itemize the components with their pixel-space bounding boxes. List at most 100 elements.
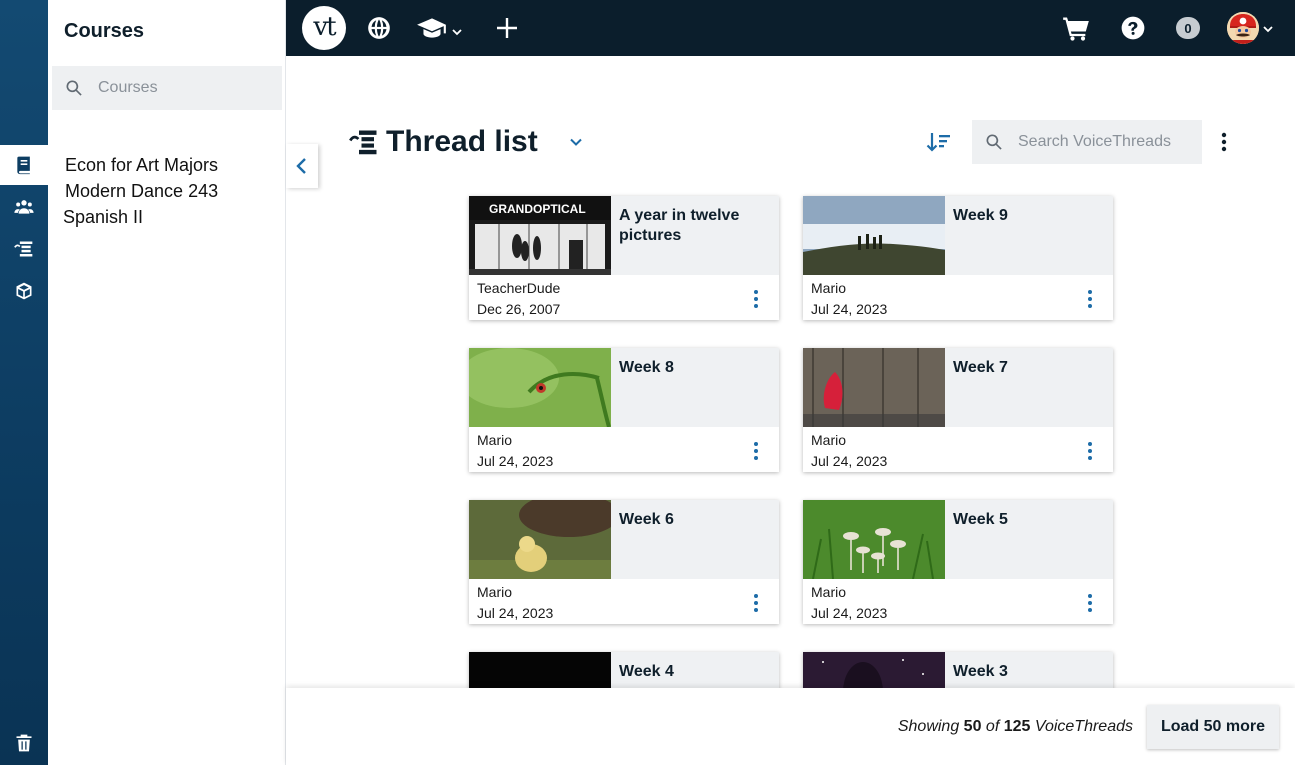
thread-card[interactable]: Week 8 Mario Jul 24, 2023 xyxy=(469,348,779,472)
store-sign-text: GRANDOPTICAL xyxy=(489,202,586,216)
more-options-button[interactable] xyxy=(1214,130,1234,154)
kebab-icon xyxy=(1088,290,1092,308)
course-item[interactable]: Modern Dance 243 xyxy=(65,181,218,202)
chevron-left-icon xyxy=(296,158,306,174)
thread-title-area: Week 9 xyxy=(945,196,1113,275)
trash-icon xyxy=(16,734,32,752)
help-button[interactable] xyxy=(1120,14,1146,42)
course-search-box xyxy=(52,66,282,110)
thread-title-area: Week 8 xyxy=(611,348,779,427)
thread-card[interactable]: Week 6 Mario Jul 24, 2023 xyxy=(469,500,779,624)
thread-title: Week 4 xyxy=(619,663,674,680)
thread-options-button[interactable] xyxy=(745,440,767,462)
help-icon xyxy=(1121,16,1145,40)
thread-author: Mario xyxy=(811,280,847,296)
course-search-input[interactable] xyxy=(98,79,268,97)
kebab-icon xyxy=(754,594,758,612)
collapse-panel-button[interactable] xyxy=(286,144,318,188)
mountain-fog-image xyxy=(803,196,945,275)
thread-title: Week 5 xyxy=(953,511,1008,528)
search-icon xyxy=(66,80,82,96)
page-title: Thread list xyxy=(386,125,538,158)
thread-title: Week 7 xyxy=(953,359,1008,376)
kebab-icon xyxy=(1088,442,1092,460)
thread-title: Week 6 xyxy=(619,511,674,528)
thread-options-button[interactable] xyxy=(745,288,767,310)
total-count: 125 xyxy=(1003,718,1031,735)
thread-title-area: Week 6 xyxy=(611,500,779,579)
graduation-cap-icon xyxy=(417,18,446,38)
thread-card[interactable]: Week 5 Mario Jul 24, 2023 xyxy=(803,500,1113,624)
rail-trash-button[interactable] xyxy=(0,723,48,763)
shown-count: 50 xyxy=(963,718,982,735)
thread-card[interactable]: Week 7 Mario Jul 24, 2023 xyxy=(803,348,1113,472)
thread-title: Week 8 xyxy=(619,359,674,376)
rail-courses-button[interactable] xyxy=(0,145,48,185)
thread-thumbnail xyxy=(803,348,945,427)
people-icon xyxy=(14,200,34,214)
box-icon xyxy=(16,282,32,300)
chevron-down-icon xyxy=(1263,26,1273,33)
rail-threads-button[interactable] xyxy=(0,229,48,269)
sort-icon xyxy=(926,133,938,152)
thread-author: Mario xyxy=(477,584,513,600)
cart-button[interactable] xyxy=(1062,14,1090,42)
search-icon xyxy=(986,134,1002,150)
kebab-icon xyxy=(754,290,758,308)
kebab-icon xyxy=(1088,594,1092,612)
thread-thumbnail xyxy=(469,500,611,579)
rail-groups-button[interactable] xyxy=(0,187,48,227)
top-bar: vt 0 xyxy=(286,0,1295,56)
icon-rail xyxy=(0,0,48,765)
rail-content-button[interactable] xyxy=(0,271,48,311)
kebab-icon xyxy=(1221,132,1227,152)
user-avatar[interactable] xyxy=(1227,12,1259,44)
thread-options-button[interactable] xyxy=(1079,288,1101,310)
plus-icon xyxy=(497,18,517,38)
thread-list-icon xyxy=(349,130,377,155)
education-menu-button[interactable] xyxy=(416,14,463,42)
voicethread-logo[interactable]: vt xyxy=(302,6,346,50)
course-item[interactable]: Econ for Art Majors xyxy=(65,155,218,176)
thread-title: Week 3 xyxy=(953,663,1008,680)
items-label: VoiceThreads xyxy=(1034,718,1133,735)
thread-thumbnail xyxy=(469,348,611,427)
thread-title: A year in twelve pictures xyxy=(619,207,740,244)
ladybug-grass-image xyxy=(469,348,611,427)
panel-title: Courses xyxy=(64,20,145,42)
sort-button[interactable] xyxy=(924,128,952,156)
logo-text: vt xyxy=(313,11,336,42)
view-menu-chevron[interactable] xyxy=(568,134,584,150)
thread-card[interactable]: GRANDOPTICAL A year in twelve pictures T… xyxy=(469,196,779,320)
thread-date: Jul 24, 2023 xyxy=(477,453,554,469)
thread-date: Jul 24, 2023 xyxy=(811,605,888,621)
course-item[interactable]: Spanish II xyxy=(63,207,143,228)
thread-card[interactable]: Week 9 Mario Jul 24, 2023 xyxy=(803,196,1113,320)
of-label: of xyxy=(985,718,1000,735)
thread-thumbnail xyxy=(803,196,945,275)
thread-search-box xyxy=(972,120,1202,164)
thread-options-button[interactable] xyxy=(1079,440,1101,462)
store-front-image: GRANDOPTICAL xyxy=(469,196,611,275)
create-button[interactable] xyxy=(495,14,519,42)
thread-options-button[interactable] xyxy=(745,592,767,614)
globe-icon xyxy=(368,17,390,39)
thread-date: Jul 24, 2023 xyxy=(811,301,888,317)
account-menu-toggle[interactable] xyxy=(1262,14,1274,42)
thread-date: Jul 24, 2023 xyxy=(477,605,554,621)
browse-button[interactable] xyxy=(366,14,392,42)
mario-avatar-image xyxy=(1227,12,1259,44)
app-window: Courses Econ for Art Majors Modern Dance… xyxy=(0,0,1295,765)
thread-date: Jul 24, 2023 xyxy=(811,453,888,469)
chevron-down-icon xyxy=(452,29,462,36)
showing-count-text: Showing 50 of 125 VoiceThreads xyxy=(898,718,1133,736)
load-more-button[interactable]: Load 50 more xyxy=(1147,705,1279,749)
book-icon xyxy=(17,156,30,175)
thread-thumbnail: GRANDOPTICAL xyxy=(469,196,611,275)
thread-options-button[interactable] xyxy=(1079,592,1101,614)
gosling-image xyxy=(469,500,611,579)
notification-count-badge[interactable]: 0 xyxy=(1176,17,1200,39)
thread-author: Mario xyxy=(811,584,847,600)
thread-author: TeacherDude xyxy=(477,280,561,296)
thread-search-input[interactable] xyxy=(1018,133,1198,151)
